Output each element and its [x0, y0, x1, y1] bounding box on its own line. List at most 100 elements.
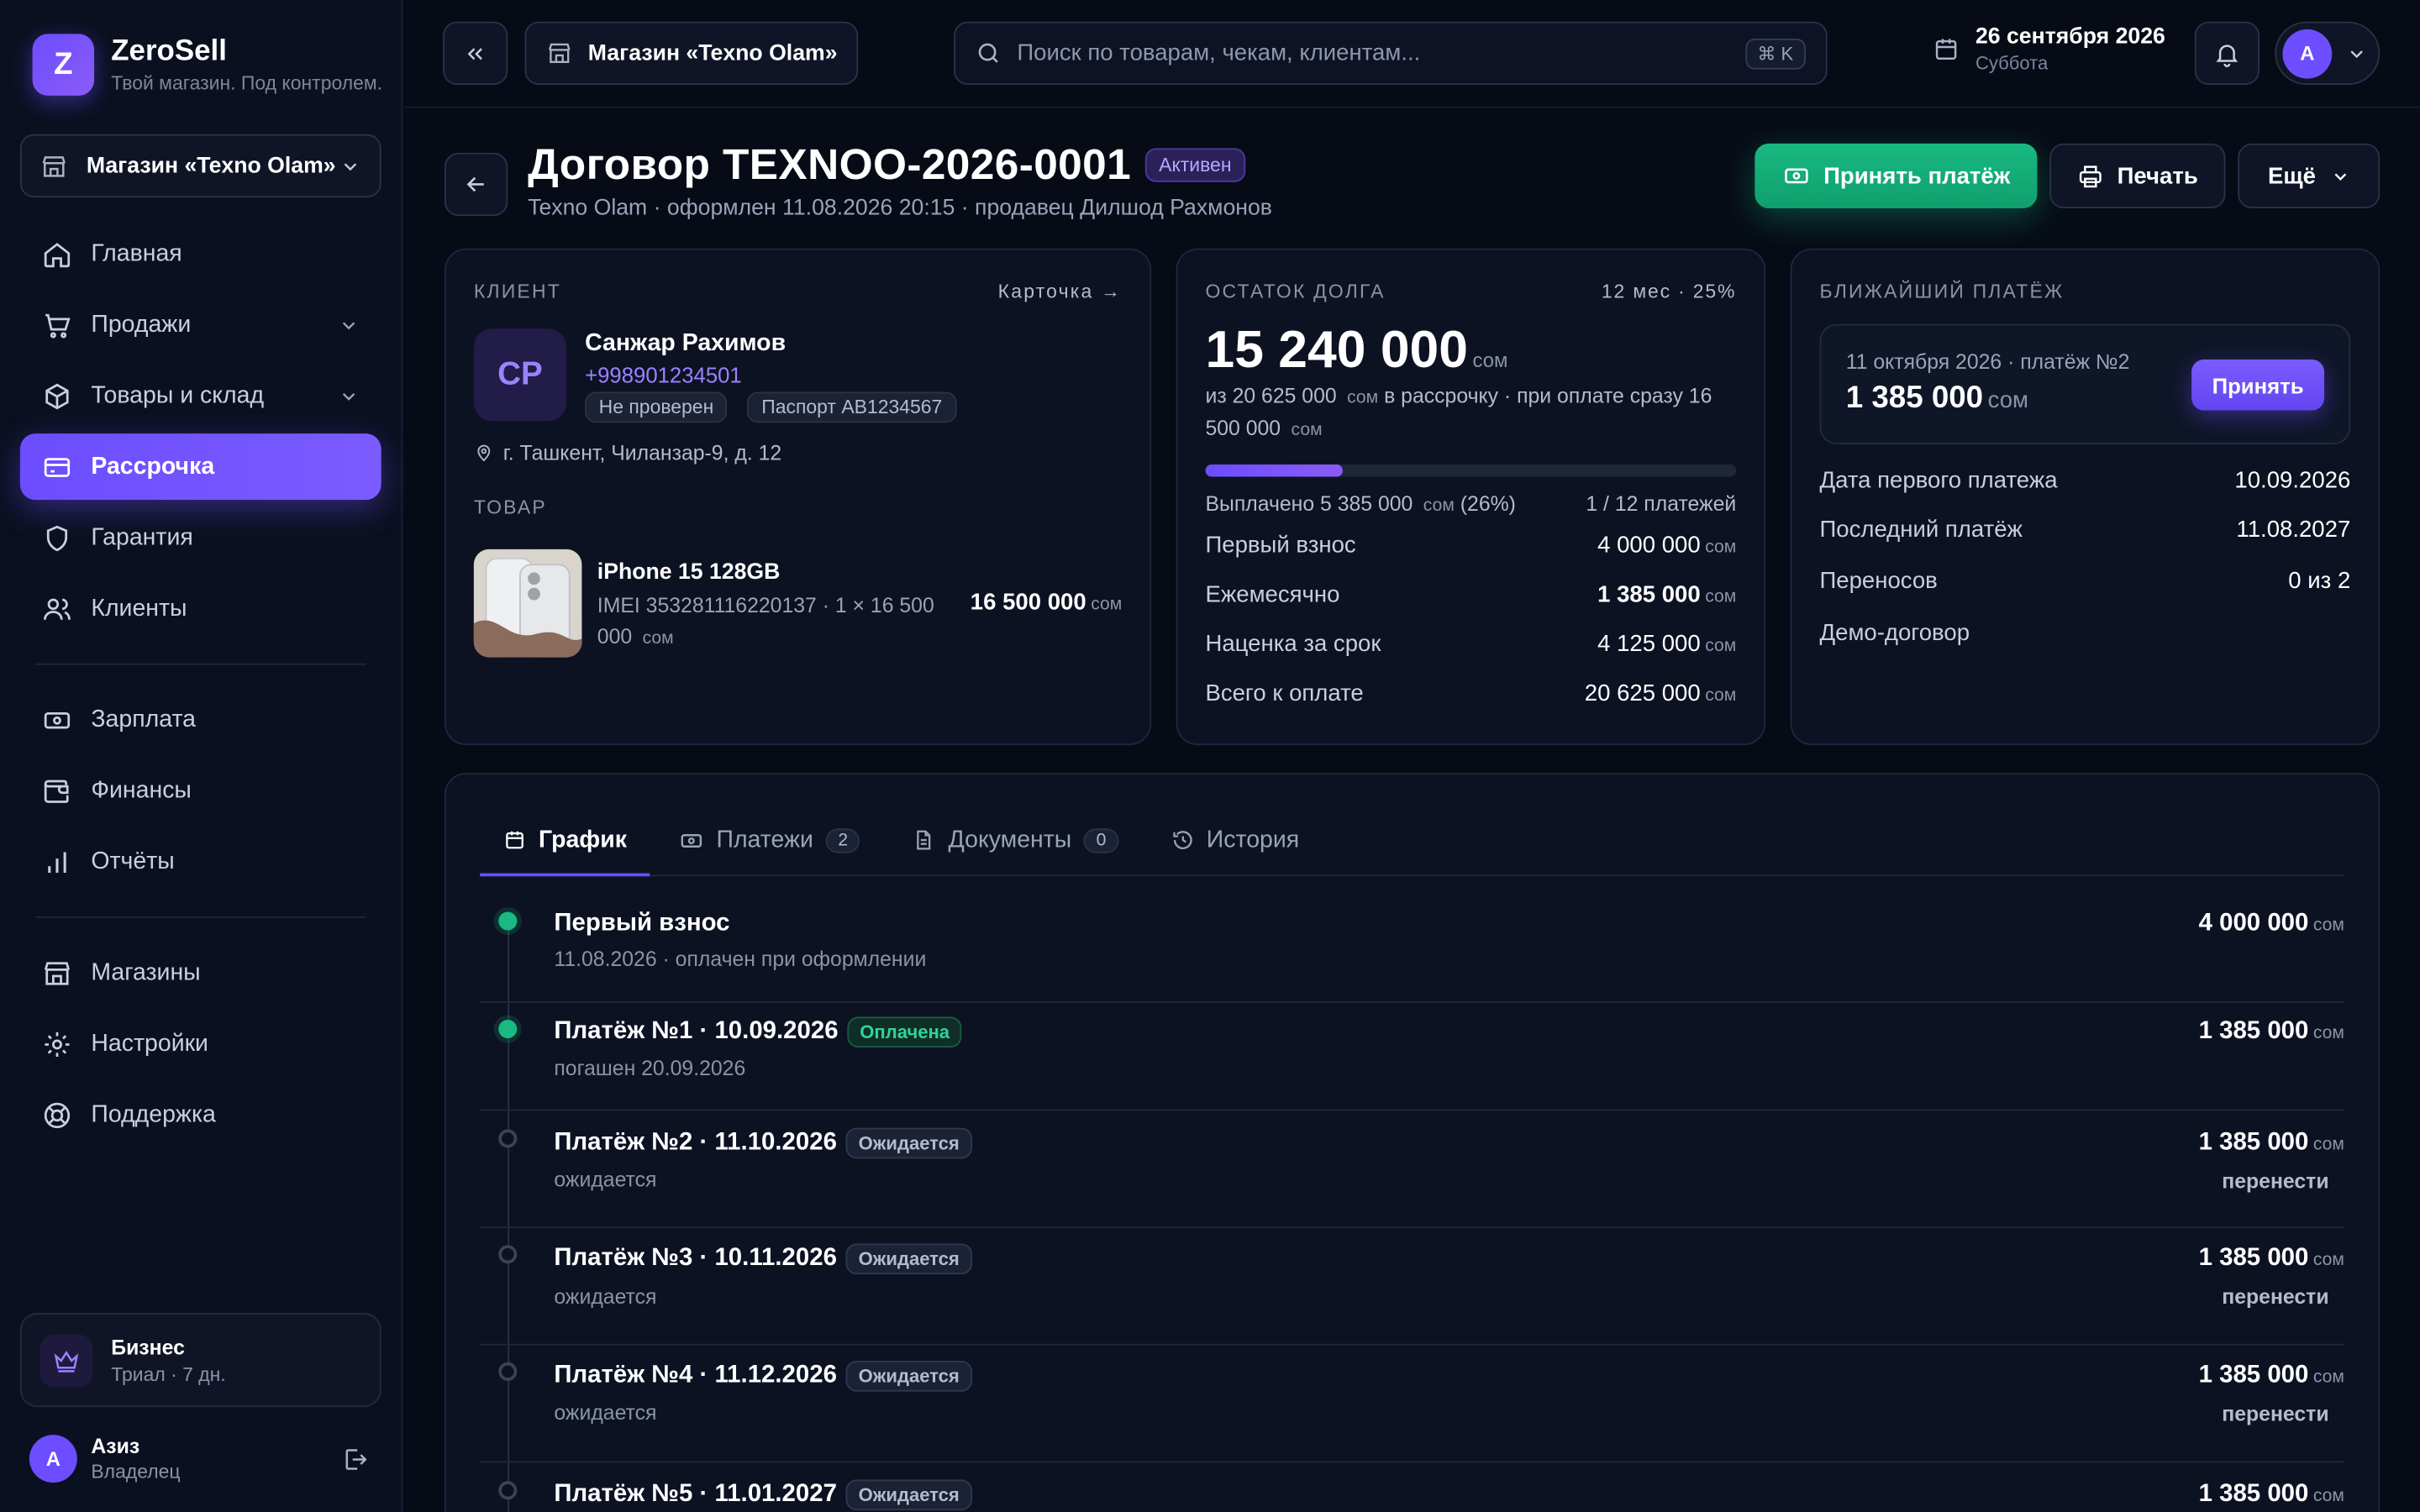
card-icon — [42, 451, 73, 482]
store-select[interactable]: Магазин «Texno Olam» — [19, 134, 381, 198]
client-avatar: СР — [473, 328, 567, 422]
sidebar-item-label: Поддержка — [91, 1100, 216, 1127]
schedule-amount-value: 1 385 000 — [2198, 1018, 2309, 1045]
accept-next-payment-button[interactable]: Принять — [2191, 359, 2325, 411]
tab-history[interactable]: История — [1148, 806, 1323, 875]
client-address-text: г. Ташкент, Чиланзар-9, д. 12 — [502, 441, 782, 465]
product-price: 16 500 000 сом — [971, 590, 1122, 616]
product-name: iPhone 15 128GB — [597, 559, 781, 585]
next-row-value: 11.08.2027 — [2236, 517, 2351, 543]
schedule-amount-value: 1 385 000 — [2198, 1481, 2309, 1508]
client-phone[interactable]: +998901234501 — [585, 363, 742, 387]
user-profile[interactable]: А Азиз Владелец — [29, 1435, 369, 1483]
debt-row-amount: 20 625 000 — [1584, 680, 1701, 707]
date-text: 26 сентября 2026 — [1975, 24, 2165, 50]
next-payment-label: Ближайший платёж — [1819, 281, 2065, 302]
print-button[interactable]: Печать — [2049, 143, 2226, 208]
pending-dot — [498, 1362, 518, 1381]
demo-note-text: Демо-договор — [1819, 620, 1970, 647]
sidebar-item-label: Отчёты — [91, 848, 175, 874]
sidebar-item-reports[interactable]: Отчёты — [20, 828, 381, 895]
status-badge: Ожидается — [845, 1360, 972, 1392]
sidebar-item-installment[interactable]: Рассрочка — [19, 433, 381, 501]
schedule-row: Платёж №4 · 11.12.2026 Ожидается ожидаетс… — [480, 1346, 2344, 1463]
client-address: г. Ташкент, Чиланзар-9, д. 12 — [474, 441, 781, 465]
sidebar-item-finance[interactable]: Финансы — [20, 758, 381, 824]
logout-icon[interactable] — [341, 1445, 369, 1473]
debt-row-amount: 1 385 000 — [1597, 581, 1701, 608]
currency: сом — [1347, 388, 1379, 407]
schedule-title-text: Первый взнос — [554, 910, 730, 937]
schedule-row: Платёж №1 · 10.09.2026 Оплачена погашен 2… — [480, 1003, 2344, 1111]
tab-count: 0 — [1083, 827, 1119, 853]
plan-card[interactable]: Бизнес Триал · 7 дн. — [19, 1313, 381, 1408]
sidebar-item-label: Главная — [91, 239, 182, 266]
schedule-amount-value: 1 385 000 — [2198, 1362, 2309, 1389]
user-role: Владелец — [91, 1461, 181, 1483]
user-menu-button[interactable]: А — [2275, 21, 2381, 86]
sidebar-divider — [35, 916, 366, 918]
tab-payments[interactable]: Платежи 2 — [656, 806, 884, 875]
contract-subtitle: Texno Olam · оформлен 11.08.2026 20:15 ·… — [528, 196, 1272, 221]
currency: сом — [1705, 637, 1737, 656]
lifebuoy-icon — [42, 1100, 73, 1131]
sidebar-item-stores[interactable]: Магазины — [20, 940, 381, 1006]
debt-row-value: 1 385 000 сом — [1597, 581, 1736, 607]
sidebar-item-sales[interactable]: Продажи — [20, 291, 381, 358]
tabs: График Платежи 2 Документы 0 История — [480, 806, 2344, 877]
sidebar-item-support[interactable]: Поддержка — [20, 1082, 381, 1148]
schedule-row-sub: ожидается — [554, 1400, 657, 1425]
schedule-amount-value: 1 385 000 — [2198, 1129, 2309, 1156]
currency: сом — [1705, 686, 1737, 706]
search-input[interactable]: Поиск по товарам, чекам, клиентам... ⌘ K — [954, 21, 1828, 86]
status-badge: Ожидается — [845, 1479, 972, 1511]
debt-row: Ежемесячно 1 385 000 сом — [1205, 581, 1736, 607]
accept-payment-label: Принять платёж — [1823, 162, 2011, 189]
sidebar-divider — [35, 663, 366, 665]
back-button[interactable] — [444, 152, 508, 217]
currency: сом — [2312, 1251, 2344, 1270]
current-date: 26 сентября 2026 Суббота — [1933, 24, 2165, 74]
chevron-down-icon — [2346, 43, 2368, 65]
client-section-label: Клиент — [473, 281, 561, 302]
topbar-store-label: Магазин «Texno Olam» — [587, 40, 838, 66]
paid-percent: (26%) — [1460, 491, 1516, 516]
debt-row-amount: 4 125 000 — [1597, 631, 1701, 658]
sidebar-item-label: Клиенты — [91, 595, 187, 622]
sidebar: Z ZeroSell Твой магазин. Под контролем. … — [0, 0, 403, 1512]
more-button[interactable]: Ещё — [2238, 143, 2381, 208]
tab-label: Документы — [948, 826, 1072, 853]
sidebar-item-warranty[interactable]: Гарантия — [20, 505, 381, 571]
status-badge: Ожидается — [845, 1127, 972, 1159]
search-shortcut: ⌘ K — [1744, 37, 1806, 69]
brand[interactable]: Z ZeroSell Твой магазин. Под контролем. — [32, 34, 382, 96]
schedule-row-amount: 1 385 000 сом — [2199, 1481, 2344, 1509]
sidebar-item-salary[interactable]: Зарплата — [20, 686, 381, 753]
sidebar-nav: Главная Продажи Товары и склад Рассрочка… — [19, 221, 381, 1152]
reschedule-link[interactable]: перенести — [2222, 1403, 2328, 1426]
sidebar-item-label: Товары и склад — [91, 381, 265, 408]
next-row-label: Последний платёж — [1819, 517, 2023, 543]
sidebar-item-goods[interactable]: Товары и склад — [20, 363, 381, 429]
crown-icon — [39, 1333, 93, 1387]
client-card-link[interactable]: Карточка → — [998, 281, 1123, 302]
debt-amount: 15 240 000 сом — [1205, 321, 1507, 381]
schedule-row: Первый взнос 11.08.2026 · оплачен при оф… — [480, 898, 2344, 1003]
currency: сом — [1423, 496, 1455, 516]
tab-schedule[interactable]: График — [480, 806, 650, 877]
reschedule-link[interactable]: перенести — [2222, 1169, 2328, 1193]
notifications-button[interactable] — [2194, 21, 2260, 86]
sidebar-item-label: Гарантия — [91, 523, 193, 550]
history-icon — [1171, 828, 1195, 852]
reschedule-link[interactable]: перенести — [2222, 1285, 2328, 1309]
collapse-sidebar-button[interactable] — [443, 21, 508, 86]
currency: сом — [2312, 1024, 2344, 1043]
sidebar-item-clients[interactable]: Клиенты — [20, 575, 381, 642]
sidebar-item-home[interactable]: Главная — [20, 221, 381, 287]
topbar-store-button[interactable]: Магазин «Texno Olam» — [524, 21, 859, 86]
tab-count: 2 — [825, 827, 860, 853]
printer-icon — [2077, 163, 2103, 189]
tab-documents[interactable]: Документы 0 — [890, 806, 1142, 875]
sidebar-item-settings[interactable]: Настройки — [20, 1011, 381, 1077]
accept-payment-button[interactable]: Принять платёж — [1754, 143, 2038, 208]
